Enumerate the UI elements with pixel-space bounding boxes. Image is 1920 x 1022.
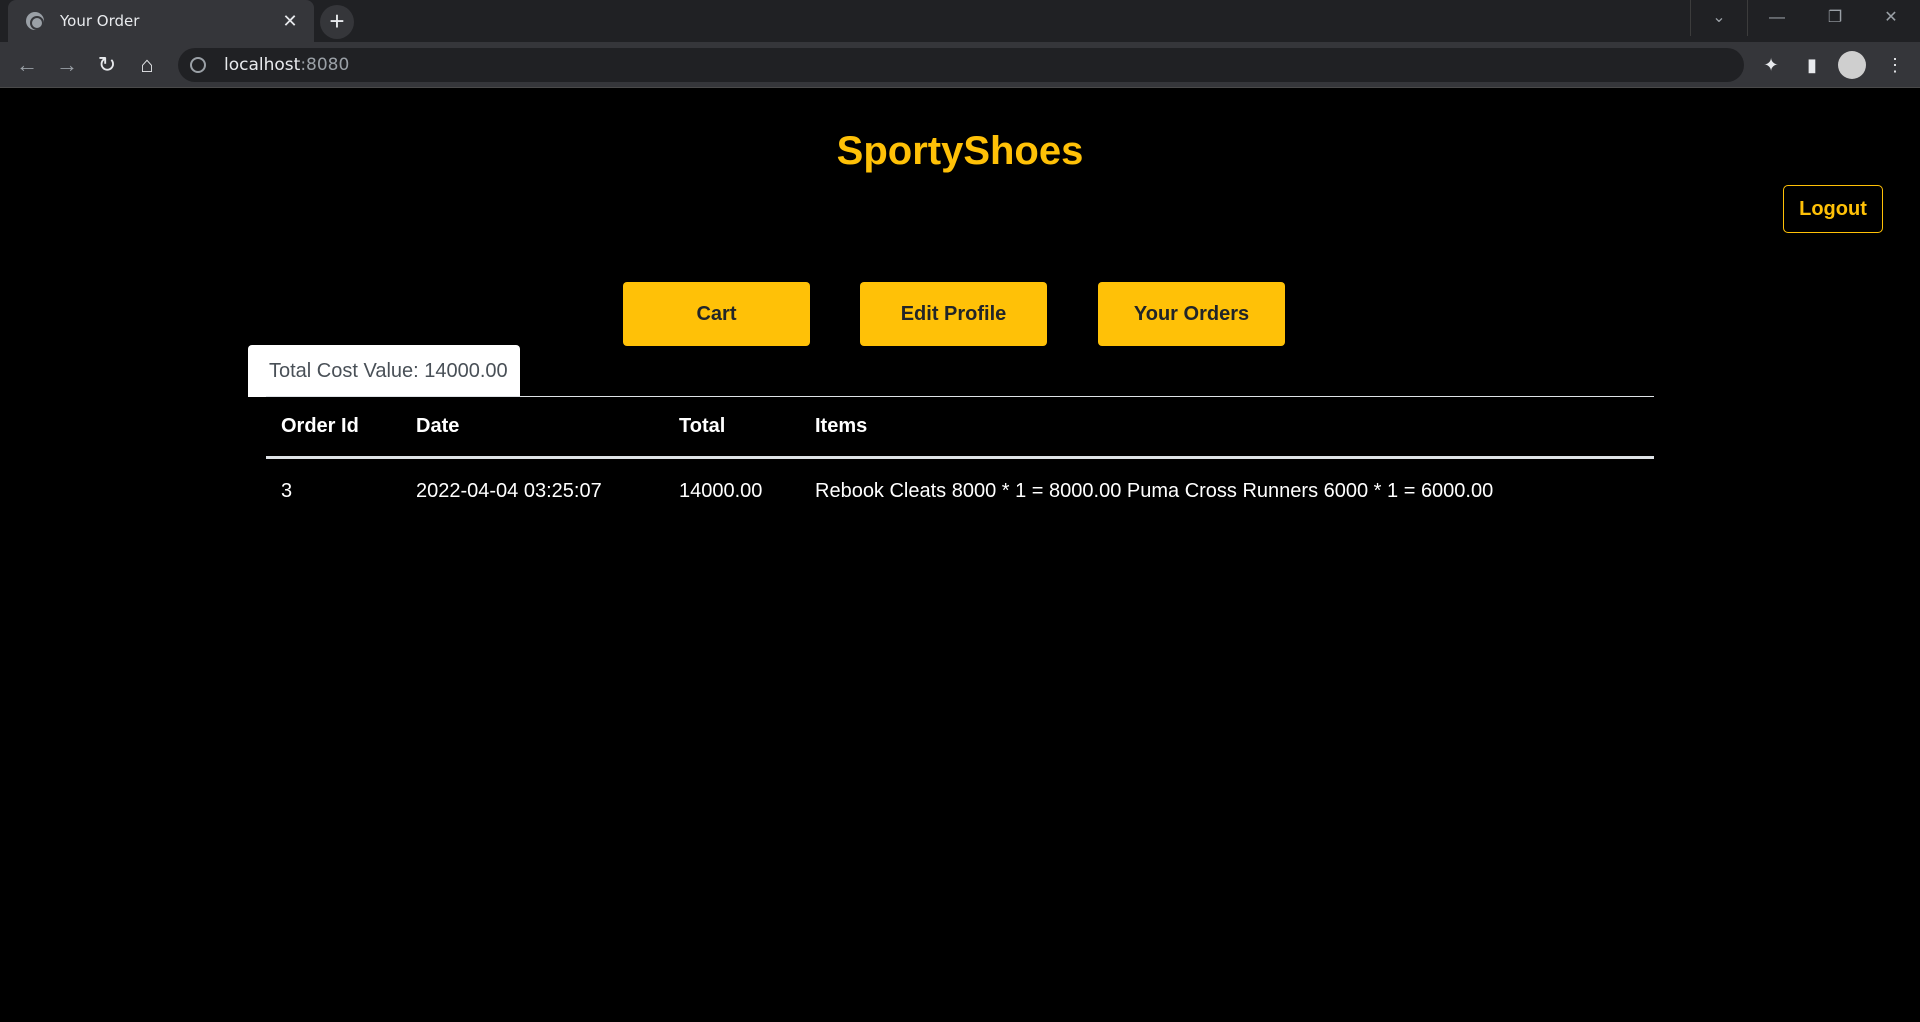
globe-icon bbox=[26, 12, 44, 30]
url-port: :8080 bbox=[300, 55, 350, 75]
url-host: localhost bbox=[224, 55, 301, 75]
table-row: 3 2022-04-04 03:25:07 14000.00 Rebook Cl… bbox=[266, 459, 1654, 523]
header-date: Date bbox=[416, 415, 460, 437]
reload-icon[interactable]: ↻ bbox=[92, 50, 122, 80]
minimize-icon[interactable]: — bbox=[1748, 0, 1806, 36]
edit-profile-button[interactable]: Edit Profile bbox=[860, 282, 1047, 346]
tab-title: Your Order bbox=[60, 12, 140, 30]
header-items: Items bbox=[815, 415, 868, 437]
header-total: Total bbox=[679, 415, 726, 437]
tab-search-icon[interactable]: ⌄ bbox=[1690, 0, 1748, 36]
orders-table: Order Id Date Total Items 3 2022-04-04 0… bbox=[266, 396, 1654, 523]
cell-order-id: 3 bbox=[281, 479, 293, 502]
browser-titlebar: Your Order ✕ + ⌄ — ❐ ✕ bbox=[0, 0, 1920, 42]
more-menu-icon[interactable]: ⋮ bbox=[1880, 50, 1910, 80]
restore-icon[interactable]: ❐ bbox=[1806, 0, 1864, 36]
page-content: SportyShoes Logout Cart Edit Profile You… bbox=[0, 89, 1920, 1022]
logout-button[interactable]: Logout bbox=[1783, 185, 1883, 233]
cart-button[interactable]: Cart bbox=[623, 282, 810, 346]
cell-items: Rebook Cleats 8000 * 1 = 8000.00 Puma Cr… bbox=[815, 479, 1494, 502]
browser-toolbar: ← → ↻ ⌂ localhost:8080 ✦ ▮ ⋮ bbox=[0, 42, 1920, 88]
cell-date: 2022-04-04 03:25:07 bbox=[416, 479, 602, 502]
profile-avatar[interactable] bbox=[1838, 51, 1866, 79]
brand-title: SportyShoes bbox=[836, 129, 1084, 173]
extensions-icon[interactable]: ✦ bbox=[1756, 50, 1786, 80]
header-order-id: Order Id bbox=[281, 415, 359, 437]
new-tab-button[interactable]: + bbox=[320, 5, 354, 39]
table-header: Order Id Date Total Items bbox=[266, 397, 1654, 459]
your-orders-button[interactable]: Your Orders bbox=[1098, 282, 1285, 346]
forward-arrow-icon[interactable]: → bbox=[52, 50, 82, 80]
address-bar[interactable]: localhost:8080 bbox=[178, 48, 1744, 82]
close-tab-icon[interactable]: ✕ bbox=[280, 11, 300, 32]
site-info-icon[interactable] bbox=[190, 57, 206, 73]
cell-total: 14000.00 bbox=[679, 479, 763, 502]
home-icon[interactable]: ⌂ bbox=[132, 50, 162, 80]
back-arrow-icon[interactable]: ← bbox=[12, 50, 42, 80]
total-cost-value: Total Cost Value: 14000.00 bbox=[248, 345, 520, 397]
close-window-icon[interactable]: ✕ bbox=[1862, 0, 1920, 36]
side-panel-icon[interactable]: ▮ bbox=[1797, 50, 1827, 80]
browser-tab[interactable]: Your Order ✕ bbox=[8, 0, 314, 42]
